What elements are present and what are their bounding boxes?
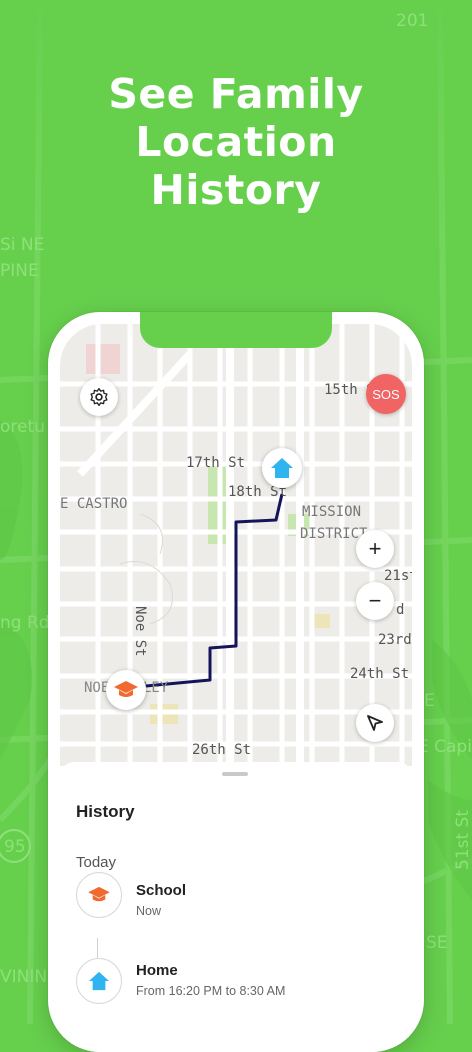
history-entry-school-time: Now <box>136 904 162 918</box>
bg-label-95: 95 <box>4 837 26 857</box>
map-label-26th: 26th St <box>192 742 251 758</box>
map-label-21st: 21st <box>384 568 412 584</box>
locate-button[interactable] <box>356 704 394 742</box>
history-entry-home-time: From 16:20 PM to 8:30 AM <box>136 984 286 998</box>
bg-label-pine: PINE <box>0 261 39 281</box>
bg-label-e-capi: E Capi <box>418 737 472 757</box>
headline: See Family Location History <box>0 70 472 214</box>
headline-line-1: See Family <box>108 70 364 118</box>
headline-line-3: History <box>150 166 322 214</box>
history-entry-school-name[interactable]: School <box>136 882 186 899</box>
history-day-label: Today <box>76 854 117 871</box>
bg-label-vinin: VININ <box>0 967 47 987</box>
bg-label-ng-rd: ng Rd <box>0 613 50 633</box>
phone-screen: 15th St 17th St 18th St E CASTRO MISSION… <box>60 324 412 1052</box>
bg-label-201: 201 <box>396 11 428 31</box>
map-label-noe-st: Noe St <box>132 606 148 657</box>
gear-icon <box>90 388 108 406</box>
home-icon <box>89 971 109 991</box>
navigation-arrow-icon <box>367 715 383 731</box>
headline-line-2: Location <box>135 118 337 166</box>
history-title: History <box>76 802 135 821</box>
bg-label-51st: 51st St <box>453 810 472 870</box>
map-label-mission: MISSION <box>302 504 361 520</box>
sos-button[interactable]: SOS <box>366 374 406 414</box>
graduation-cap-icon <box>114 681 138 697</box>
history-entry-home-icon[interactable] <box>76 958 122 1004</box>
bg-label-oretu: oretu <box>0 417 45 437</box>
home-icon <box>271 458 293 478</box>
map-label-24th: 24th St <box>350 666 409 682</box>
phone-frame: 15th St 17th St 18th St E CASTRO MISSION… <box>48 312 424 1052</box>
bg-label-se: SE <box>426 933 448 953</box>
settings-button[interactable] <box>80 378 118 416</box>
history-entry-home-name[interactable]: Home <box>136 962 178 979</box>
history-entry-school-icon[interactable] <box>76 872 122 918</box>
map-label-d: d <box>396 602 404 618</box>
graduation-cap-icon <box>88 886 110 902</box>
bg-label-e: E <box>424 691 435 711</box>
history-sheet[interactable]: History Today School Now Home From 16:20… <box>60 762 412 1052</box>
map-label-17th: 17th St <box>186 455 245 471</box>
school-pin[interactable] <box>106 670 146 710</box>
map-label-castro: E CASTRO <box>60 496 127 512</box>
home-pin[interactable] <box>262 448 302 488</box>
sheet-drag-handle[interactable] <box>222 772 248 776</box>
map-label-23rd: 23rd <box>378 632 412 648</box>
phone-notch <box>140 312 332 348</box>
zoom-out-button[interactable]: − <box>356 582 394 620</box>
zoom-in-button[interactable]: + <box>356 530 394 568</box>
bg-label-si-ne: Si NE <box>0 235 44 255</box>
